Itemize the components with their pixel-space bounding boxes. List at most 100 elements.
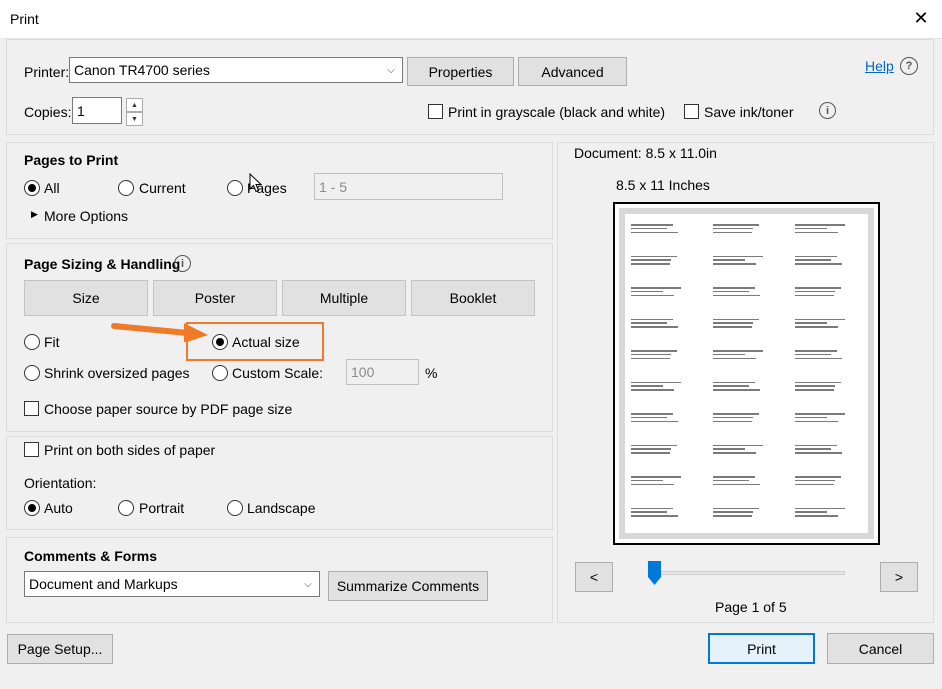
more-options-toggle[interactable]: More Options [44, 208, 128, 224]
preview-text-line [713, 452, 756, 454]
pages-range-input[interactable]: 1 - 5 [314, 173, 503, 200]
printer-selected-value: Canon TR4700 series [74, 62, 210, 78]
preview-label-block [713, 318, 783, 330]
printer-select[interactable]: Canon TR4700 series ⌵ [69, 57, 403, 83]
preview-label-block [631, 255, 701, 267]
pages-to-print-heading: Pages to Print [24, 152, 119, 168]
preview-text-line [631, 353, 671, 356]
preview-text-line [631, 255, 678, 258]
custom-scale-radio[interactable] [212, 365, 228, 381]
actual-size-radio[interactable] [212, 334, 228, 350]
sizing-info-icon[interactable]: i [174, 255, 191, 272]
preview-text-line [795, 357, 842, 360]
both-sides-label: Print on both sides of paper [44, 442, 216, 458]
all-pages-radio[interactable] [24, 180, 40, 196]
preview-text-line [795, 294, 834, 297]
preview-text-line [631, 385, 663, 387]
both-sides-checkbox[interactable] [24, 442, 39, 457]
preview-text-line [795, 322, 827, 324]
preview-text-line [713, 357, 756, 360]
copies-increment-button[interactable]: ▲ [126, 98, 143, 112]
preview-text-line [713, 444, 764, 447]
page-setup-button[interactable]: Page Setup... [7, 634, 113, 664]
mouse-cursor-icon [249, 173, 263, 193]
preview-label-block [631, 507, 701, 519]
preview-text-line [795, 263, 842, 265]
print-button[interactable]: Print [708, 633, 815, 664]
custom-scale-value: 100 [351, 364, 375, 380]
all-pages-label: All [44, 180, 60, 196]
custom-scale-input[interactable]: 100 [346, 359, 419, 385]
pages-range-radio[interactable] [227, 180, 243, 196]
prev-page-button[interactable]: < [575, 562, 613, 592]
preview-label-block [631, 318, 701, 330]
fit-radio[interactable] [24, 334, 40, 350]
preview-text-line [795, 476, 842, 478]
chevron-down-icon: ⌵ [387, 64, 395, 76]
properties-button[interactable]: Properties [407, 57, 514, 86]
preview-text-line [631, 413, 673, 415]
orientation-auto-label: Auto [44, 500, 73, 516]
orientation-portrait-radio[interactable] [118, 500, 134, 516]
preview-text-line [713, 420, 752, 423]
preview-text-line [631, 294, 674, 297]
help-link[interactable]: Help [865, 58, 894, 74]
copies-value: 1 [77, 102, 85, 119]
preview-text-line [631, 389, 674, 391]
preview-text-line [795, 353, 831, 356]
info-icon[interactable]: i [819, 102, 836, 119]
comments-select[interactable]: Document and Markups ⌵ [24, 571, 320, 597]
paper-source-checkbox[interactable] [24, 401, 39, 416]
advanced-button[interactable]: Advanced [518, 57, 627, 86]
expand-triangle-icon[interactable]: ▶ [31, 209, 38, 220]
tab-size[interactable]: Size [24, 280, 148, 316]
preview-label-block [713, 224, 783, 235]
preview-text-line [713, 515, 752, 517]
preview-text-line [795, 389, 834, 391]
preview-text-line [795, 479, 835, 482]
preview-text-line [631, 452, 670, 454]
preview-text-line [713, 231, 752, 234]
preview-sheet [619, 208, 874, 539]
grayscale-checkbox[interactable] [428, 104, 443, 119]
copies-input[interactable]: 1 [72, 97, 122, 124]
page-slider-thumb[interactable] [648, 561, 661, 585]
preview-text-line [713, 263, 756, 265]
preview-text-line [713, 416, 753, 419]
preview-text-line [713, 483, 760, 486]
annotation-arrow-icon [111, 323, 208, 342]
current-page-radio[interactable] [118, 180, 134, 196]
preview-label-block [795, 476, 865, 487]
summarize-comments-button[interactable]: Summarize Comments [328, 571, 488, 601]
page-sizing-heading: Page Sizing & Handling [24, 256, 181, 272]
orientation-landscape-radio[interactable] [227, 500, 243, 516]
preview-text-line [713, 224, 760, 226]
copies-decrement-button[interactable]: ▼ [126, 112, 143, 126]
close-icon[interactable]: ✕ [910, 7, 932, 29]
preview-text-line [795, 259, 831, 261]
tab-poster[interactable]: Poster [153, 280, 277, 316]
shrink-radio[interactable] [24, 365, 40, 381]
preview-text-line [713, 448, 745, 450]
preview-text-line [713, 353, 745, 356]
next-page-button[interactable]: > [880, 562, 918, 592]
page-slider-track[interactable] [655, 571, 845, 575]
cancel-button[interactable]: Cancel [827, 633, 934, 664]
save-ink-checkbox[interactable] [684, 104, 699, 119]
preview-label-block [795, 287, 865, 298]
preview-label-block [795, 350, 865, 361]
preview-text-line [631, 479, 663, 482]
orientation-label: Orientation: [24, 475, 97, 491]
preview-text-line [631, 416, 667, 419]
preview-label-block [713, 444, 783, 456]
preview-label-block [631, 444, 701, 456]
tab-booklet[interactable]: Booklet [411, 280, 535, 316]
help-question-icon[interactable]: ? [900, 57, 918, 75]
preview-text-line [631, 357, 670, 360]
percent-label: % [425, 365, 438, 381]
orientation-auto-radio[interactable] [24, 500, 40, 516]
page-preview [613, 202, 880, 545]
preview-text-line [713, 385, 749, 387]
preview-text-line [795, 416, 827, 419]
tab-multiple[interactable]: Multiple [282, 280, 406, 316]
